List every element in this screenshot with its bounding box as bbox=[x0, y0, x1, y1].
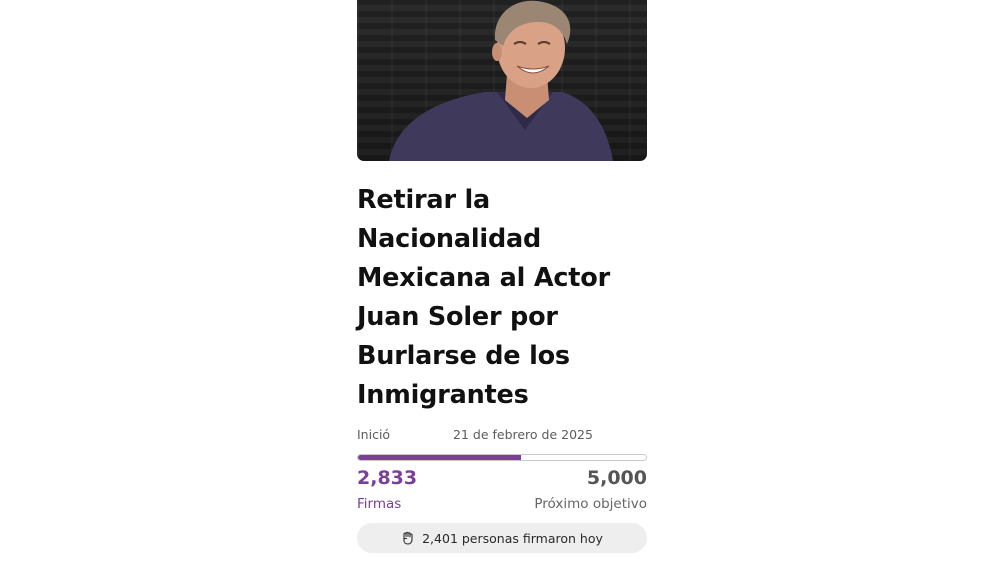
start-date-row: Inició 21 de febrero de 2025 bbox=[357, 427, 647, 445]
signature-counts: 2,833 5,000 bbox=[357, 467, 647, 493]
signatures-label: Firmas bbox=[357, 496, 402, 512]
signature-count-labels: Firmas Próximo objetivo bbox=[357, 496, 647, 514]
signed-today-badge: 2,401 personas firmaron hoy bbox=[357, 523, 647, 553]
petition-photo[interactable] bbox=[357, 0, 647, 161]
petition-card: Retirar la Nacionalidad Mexicana al Acto… bbox=[357, 0, 647, 553]
petition-title: Retirar la Nacionalidad Mexicana al Acto… bbox=[357, 185, 610, 410]
signed-today-text: 2,401 personas firmaron hoy bbox=[422, 530, 603, 546]
person-photo-illustration bbox=[389, 0, 613, 161]
started-date: 21 de febrero de 2025 bbox=[453, 427, 593, 442]
started-label: Inició bbox=[357, 427, 391, 442]
signature-progress-fill bbox=[358, 455, 522, 460]
signature-progress-bar bbox=[357, 454, 647, 461]
goal-label: Próximo objetivo bbox=[534, 496, 647, 512]
raised-fist-icon bbox=[401, 531, 415, 545]
signature-count: 2,833 bbox=[357, 467, 418, 489]
goal-count: 5,000 bbox=[586, 467, 647, 489]
